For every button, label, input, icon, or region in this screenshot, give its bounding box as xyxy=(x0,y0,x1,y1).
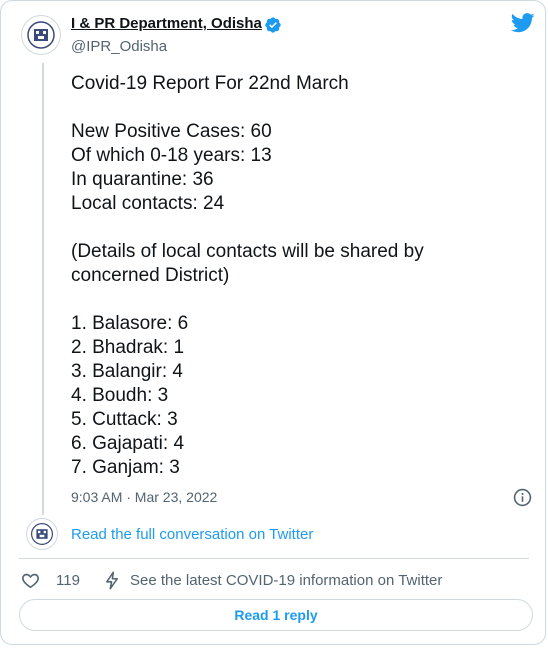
conversation-avatar[interactable] xyxy=(26,518,58,550)
lightning-icon xyxy=(106,571,118,590)
district-item: 2. Bhadrak: 1 xyxy=(71,337,185,358)
district-item: 7. Ganjam: 3 xyxy=(71,457,180,478)
tweet-embed-card: I & PR Department, Odisha @IPR_Odisha Co… xyxy=(0,0,546,645)
district-item: 5. Cuttack: 3 xyxy=(71,409,178,430)
author-avatar[interactable] xyxy=(21,15,61,55)
tweet-line-local-contacts: Local contacts: 24 xyxy=(71,193,225,214)
author-name[interactable]: I & PR Department, Odisha xyxy=(71,15,262,32)
odisha-emblem-logo xyxy=(31,523,53,545)
tweet-line-quarantine: In quarantine: 36 xyxy=(71,169,214,190)
verified-badge-icon xyxy=(265,17,281,33)
info-icon[interactable] xyxy=(513,488,532,507)
read-replies-button[interactable]: Read 1 reply xyxy=(19,599,533,631)
district-item: 4. Boudh: 3 xyxy=(71,385,169,406)
heart-icon xyxy=(22,573,39,589)
like-button[interactable]: 119 xyxy=(21,571,80,590)
odisha-emblem-logo xyxy=(27,21,55,49)
tweet-timestamp[interactable]: 9:03 AM · Mar 23, 2022 xyxy=(71,489,217,505)
tweet-line-details-cont: concerned District) xyxy=(71,265,230,286)
tweet-line-details: (Details of local contacts will be share… xyxy=(71,241,424,262)
author-handle[interactable]: @IPR_Odisha xyxy=(71,38,167,55)
district-item: 1. Balasore: 6 xyxy=(71,313,189,334)
tweet-line-age-group: Of which 0-18 years: 13 xyxy=(71,145,272,166)
like-count: 119 xyxy=(56,572,80,589)
thread-line xyxy=(42,63,44,515)
covid-info-link[interactable]: See the latest COVID-19 information on T… xyxy=(104,571,442,590)
district-item: 3. Balangir: 4 xyxy=(71,361,183,382)
tweet-body: Covid-19 Report For 22nd March New Posit… xyxy=(71,72,511,480)
twitter-bird-icon[interactable] xyxy=(511,13,535,33)
read-conversation-link[interactable]: Read the full conversation on Twitter xyxy=(71,526,313,543)
divider xyxy=(19,558,529,559)
covid-info-text: See the latest COVID-19 information on T… xyxy=(130,572,443,589)
tweet-line-title: Covid-19 Report For 22nd March xyxy=(71,73,349,94)
district-item: 6. Gajapati: 4 xyxy=(71,433,185,454)
tweet-line-new-cases: New Positive Cases: 60 xyxy=(71,121,272,142)
